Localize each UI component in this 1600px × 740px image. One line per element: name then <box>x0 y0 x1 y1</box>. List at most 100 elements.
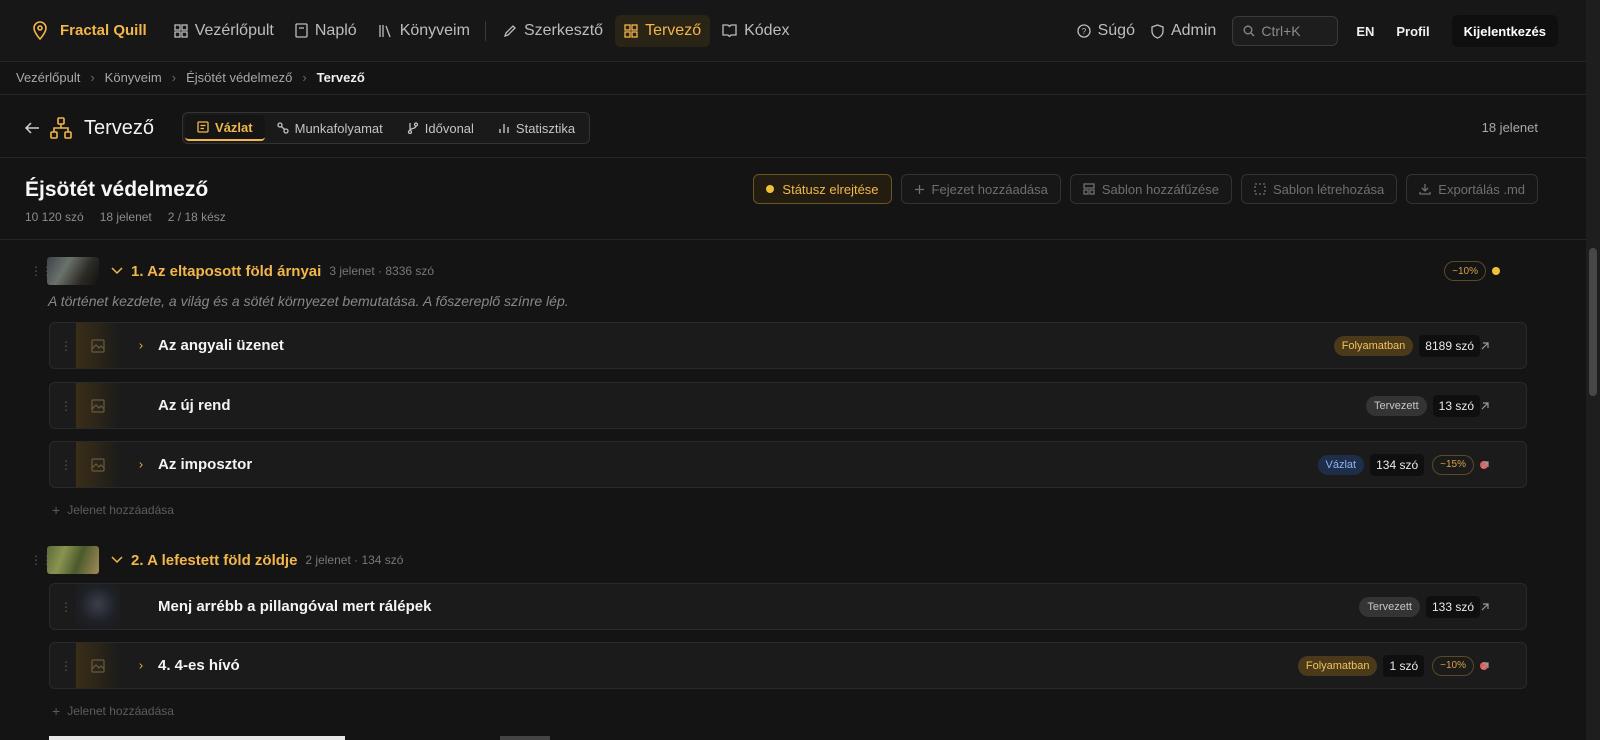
image-placeholder-icon <box>91 338 105 353</box>
scene-title[interactable]: 4. 4-es hívó <box>158 657 240 674</box>
book-word-count: 10 120 szó <box>25 210 84 224</box>
back-arrow-icon[interactable] <box>24 121 40 135</box>
outline-icon <box>197 121 209 133</box>
drag-handle-icon[interactable]: ⋮⋮ <box>60 601 83 613</box>
chevron-right-icon[interactable] <box>120 341 150 351</box>
vertical-scrollbar[interactable] <box>1586 0 1600 740</box>
chapter-thumbnail <box>47 546 99 574</box>
add-scene-label: Jelenet hozzáadása <box>67 503 174 517</box>
plus-icon: + <box>52 703 61 719</box>
drag-handle-icon[interactable]: ⋮⋮ <box>60 459 83 471</box>
help-circle-icon: ? <box>1076 24 1091 38</box>
chevron-down-icon[interactable] <box>111 267 123 275</box>
add-scene-button[interactable]: + Jelenet hozzáadása <box>52 703 174 719</box>
status-badge: Folyamatban <box>1297 655 1378 676</box>
help-link[interactable]: ? Súgó <box>1076 22 1135 40</box>
chapter-row[interactable]: ⋮⋮ 1. Az eltaposott föld árnyai 3 jelene… <box>30 254 1530 288</box>
language-toggle[interactable]: EN <box>1356 24 1374 39</box>
drag-handle-icon[interactable]: ⋮⋮ <box>30 554 53 566</box>
bar-chart-icon <box>499 124 509 133</box>
breadcrumb-dashboard[interactable]: Vezérlőpult <box>16 70 80 85</box>
plus-icon <box>914 184 924 194</box>
add-scene-label: Jelenet hozzáadása <box>67 704 174 718</box>
brand-link[interactable]: Fractal Quill <box>32 20 147 41</box>
export-md-button[interactable]: Exportálás .md <box>1406 174 1538 204</box>
help-label: Súgó <box>1097 22 1135 39</box>
add-scene-button[interactable]: + Jelenet hozzáadása <box>52 502 174 518</box>
chevron-right-icon[interactable] <box>120 661 150 671</box>
open-external-icon[interactable] <box>1480 460 1490 470</box>
nav-codex[interactable]: Kódex <box>713 15 798 47</box>
shield-icon <box>1151 23 1164 39</box>
chapter-meta: 3 jelenet · 8336 szó <box>329 264 435 278</box>
scene-title[interactable]: Az angyali üzenet <box>158 337 284 354</box>
top-right-tools: ? Súgó Admin Ctrl+K EN Profil Kijelentke… <box>1076 0 1558 62</box>
open-external-icon[interactable] <box>1480 401 1490 411</box>
word-count: 1 szó <box>1383 654 1425 677</box>
scene-thumbnail <box>76 643 120 688</box>
scene-row[interactable]: ⋮⋮ Menj arrébb a pillangóval mert rálépe… <box>49 583 1527 630</box>
breadcrumb-book[interactable]: Éjsötét védelmező <box>186 70 292 85</box>
drag-handle-icon[interactable]: ⋮⋮ <box>60 400 83 412</box>
status-badge: Tervezett <box>1359 596 1420 617</box>
drag-handle-icon[interactable]: ⋮⋮ <box>30 265 53 277</box>
chapter-title[interactable]: 2. A lefestett föld zöldje <box>131 552 297 569</box>
git-branch-icon <box>407 122 418 134</box>
nav-codex-label: Kódex <box>744 21 790 39</box>
horizontal-scrollbar-thumb[interactable] <box>49 736 345 740</box>
scene-title[interactable]: Az új rend <box>158 397 231 414</box>
add-chapter-button[interactable]: Fejezet hozzáadása <box>900 174 1061 204</box>
scene-progress: ~15% <box>1432 454 1474 475</box>
divider <box>0 94 1586 95</box>
nav-editor[interactable]: Szerkesztő <box>494 15 612 47</box>
breadcrumb-library[interactable]: Könyveim <box>105 70 162 85</box>
page-title-text: Tervező <box>84 116 155 139</box>
create-template-button[interactable]: Sablon létrehozása <box>1240 174 1398 204</box>
chevron-right-icon[interactable] <box>120 460 150 470</box>
chapter-meta: 2 jelenet · 134 szó <box>305 553 404 567</box>
append-template-button[interactable]: Sablon hozzáfűzése <box>1069 174 1232 204</box>
scene-thumbnail <box>76 442 120 487</box>
chevron-down-icon[interactable] <box>111 556 123 564</box>
nav-journal-label: Napló <box>314 21 357 39</box>
word-count: 133 szó <box>1425 595 1480 618</box>
drag-handle-icon[interactable]: ⋮⋮ <box>60 660 83 672</box>
tab-statistics[interactable]: Statisztika <box>486 115 587 141</box>
nav-dashboard-label: Vezérlőpult <box>194 21 274 39</box>
scene-meta: Tervezett 13 szó <box>1366 394 1488 417</box>
profile-link[interactable]: Profil <box>1396 24 1429 39</box>
scene-row[interactable]: ⋮⋮ Az imposztor Vázlat 134 szó ~15% <box>49 441 1527 488</box>
chapter-description: A történet kezdete, a világ és a sötét k… <box>48 293 569 309</box>
command-search-button[interactable]: Ctrl+K <box>1232 16 1339 46</box>
main-nav: Vezérlőpult Napló Könyveim Szerkesztő Te… <box>165 14 802 47</box>
logout-button[interactable]: Kijelentkezés <box>1451 15 1558 47</box>
chevron-right-icon: › <box>90 70 95 85</box>
scrollbar-thumb[interactable] <box>1589 248 1597 396</box>
scene-title[interactable]: Az imposztor <box>158 456 252 473</box>
nav-journal[interactable]: Napló <box>286 15 366 47</box>
drag-handle-icon[interactable]: ⋮⋮ <box>60 340 83 352</box>
open-external-icon[interactable] <box>1480 661 1490 671</box>
admin-link[interactable]: Admin <box>1151 22 1216 40</box>
horizontal-scrollbar-segment[interactable] <box>500 736 550 740</box>
open-external-icon[interactable] <box>1480 602 1490 612</box>
hide-status-button[interactable]: Státusz elrejtése <box>753 174 892 204</box>
chapter-row[interactable]: ⋮⋮ 2. A lefestett föld zöldje 2 jelenet … <box>30 543 1530 577</box>
scene-title[interactable]: Menj arrébb a pillangóval mert rálépek <box>158 598 431 615</box>
nav-library[interactable]: Könyveim <box>369 15 479 47</box>
tab-workflow[interactable]: Munkafolyamat <box>265 115 395 141</box>
grid-icon <box>624 23 638 38</box>
nav-planner[interactable]: Tervező <box>615 14 711 47</box>
tab-timeline[interactable]: Idővonal <box>395 115 486 141</box>
map-pin-icon <box>33 20 47 40</box>
scene-row[interactable]: ⋮⋮ Az új rend Tervezett 13 szó <box>49 382 1527 429</box>
chapter-title[interactable]: 1. Az eltaposott föld árnyai <box>131 263 321 280</box>
scene-row[interactable]: ⋮⋮ Az angyali üzenet Folyamatban 8189 sz… <box>49 322 1527 369</box>
library-icon <box>379 24 391 37</box>
export-md-label: Exportálás .md <box>1438 181 1525 197</box>
book-icon <box>722 24 737 37</box>
open-external-icon[interactable] <box>1480 341 1490 351</box>
tab-outline[interactable]: Vázlat <box>185 115 265 141</box>
scene-row[interactable]: ⋮⋮ 4. 4-es hívó Folyamatban 1 szó ~10% <box>49 642 1527 689</box>
nav-dashboard[interactable]: Vezérlőpult <box>165 15 283 47</box>
